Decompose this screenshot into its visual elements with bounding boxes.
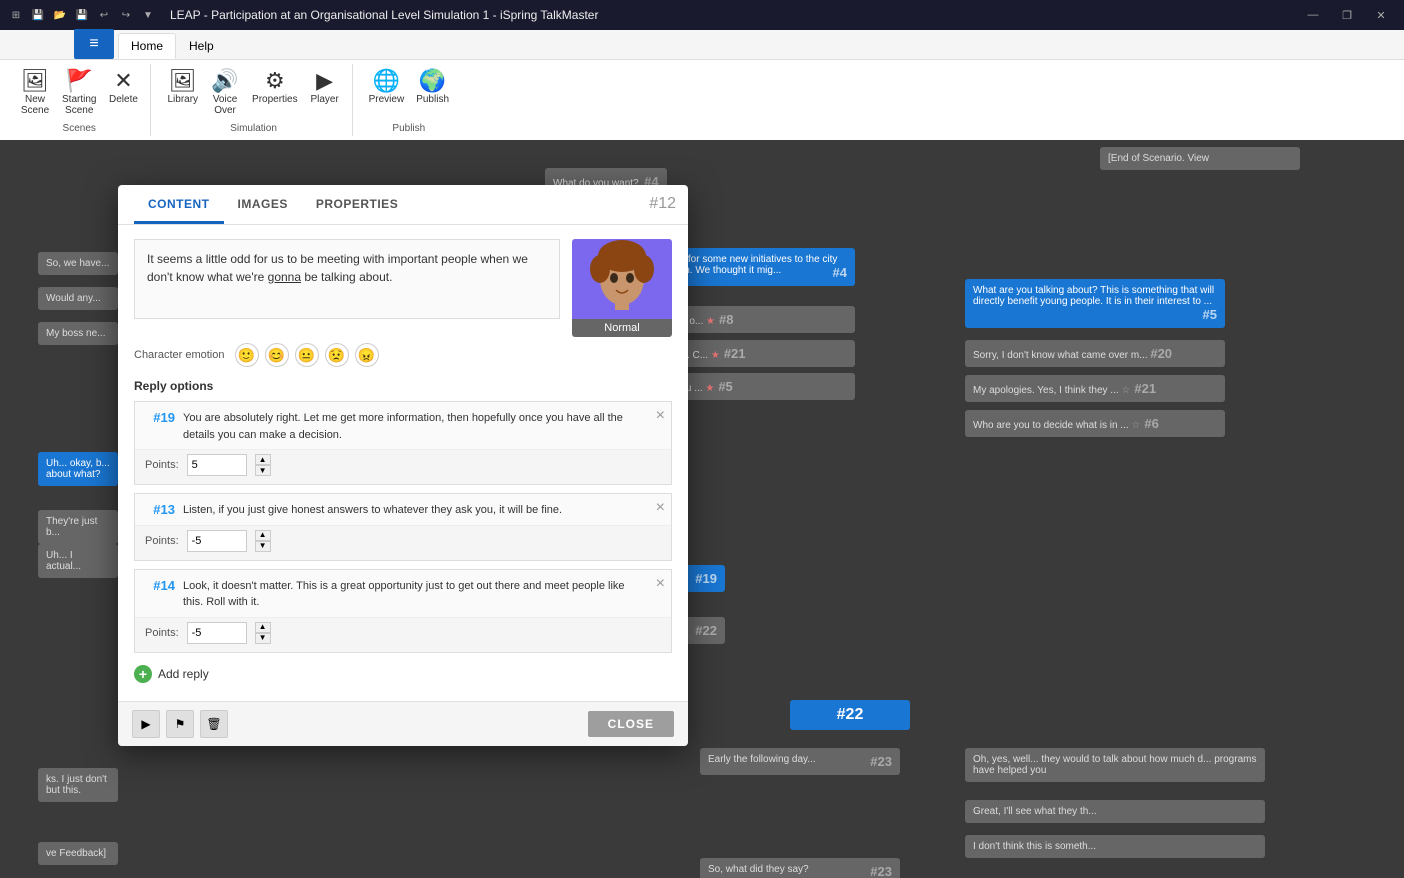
play-icon: ▶ — [141, 717, 150, 731]
character-section: It seems a little odd for us to be meeti… — [134, 239, 672, 337]
modal-footer: ▶ ⚑ 🗑 CLOSE — [118, 701, 688, 746]
points-14-down[interactable]: ▼ — [255, 633, 271, 644]
reply-13-points: Points: ▲ ▼ — [135, 525, 671, 560]
points-13-input[interactable] — [187, 530, 247, 552]
delete-footer-btn[interactable]: 🗑 — [200, 710, 228, 738]
emotion-angry[interactable]: 😠 — [355, 343, 379, 367]
reply-14-points: Points: ▲ ▼ — [135, 617, 671, 652]
close-dialog-btn[interactable]: CLOSE — [588, 711, 674, 737]
reply-19-close[interactable]: × — [656, 408, 665, 424]
emotion-icons: 🙂 😊 😐 😟 😠 — [235, 343, 379, 367]
points-14-input[interactable] — [187, 622, 247, 644]
reply-13-header: #13 Listen, if you just give honest answ… — [135, 494, 671, 525]
reply-19-points: Points: ▲ ▼ — [135, 449, 671, 484]
points-19-spinners: ▲ ▼ — [255, 454, 271, 476]
portrait-image — [572, 239, 672, 319]
reply-13-text[interactable]: Listen, if you just give honest answers … — [183, 502, 643, 519]
character-text-box[interactable]: It seems a little odd for us to be meeti… — [134, 239, 560, 319]
modal-dialog: CONTENT IMAGES PROPERTIES #12 It seems a… — [118, 185, 688, 746]
points-19-up[interactable]: ▲ — [255, 454, 271, 465]
emotion-neutral[interactable]: 🙂 — [235, 343, 259, 367]
reply-item-14: #14 Look, it doesn't matter. This is a g… — [134, 569, 672, 653]
modal-overlay: CONTENT IMAGES PROPERTIES #12 It seems a… — [0, 0, 1404, 878]
emotion-happy[interactable]: 😊 — [265, 343, 289, 367]
points-13-down[interactable]: ▼ — [255, 541, 271, 552]
points-19-input[interactable] — [187, 454, 247, 476]
points-13-label: Points: — [145, 535, 179, 547]
add-reply-btn[interactable]: + Add reply — [134, 661, 672, 687]
points-13-up[interactable]: ▲ — [255, 530, 271, 541]
emotion-sad[interactable]: 😟 — [325, 343, 349, 367]
play-btn[interactable]: ▶ — [132, 710, 160, 738]
emotion-label: Character emotion — [134, 349, 225, 361]
tab-properties[interactable]: PROPERTIES — [302, 185, 412, 224]
reply-19-text[interactable]: You are absolutely right. Let me get mor… — [183, 410, 643, 443]
flag-icon: ⚑ — [175, 717, 186, 731]
emotion-flat[interactable]: 😐 — [295, 343, 319, 367]
modal-header: CONTENT IMAGES PROPERTIES #12 — [118, 185, 688, 225]
points-13-spinners: ▲ ▼ — [255, 530, 271, 552]
add-reply-icon: + — [134, 665, 152, 683]
points-19-label: Points: — [145, 459, 179, 471]
points-14-up[interactable]: ▲ — [255, 622, 271, 633]
flag-btn[interactable]: ⚑ — [166, 710, 194, 738]
character-portrait: Normal — [572, 239, 672, 337]
tab-images[interactable]: IMAGES — [224, 185, 302, 224]
reply-item-13: #13 Listen, if you just give honest answ… — [134, 493, 672, 561]
footer-controls: ▶ ⚑ 🗑 — [132, 710, 228, 738]
modal-number: #12 — [649, 195, 676, 213]
reply-14-number: #14 — [145, 578, 175, 593]
reply-14-text[interactable]: Look, it doesn't matter. This is a great… — [183, 578, 643, 611]
reply-options-title: Reply options — [134, 379, 672, 393]
reply-14-close[interactable]: × — [656, 576, 665, 592]
points-19-down[interactable]: ▼ — [255, 465, 271, 476]
emotion-row: Character emotion 🙂 😊 😐 😟 😠 — [134, 343, 672, 367]
delete-footer-icon: 🗑 — [206, 717, 221, 731]
reply-19-header: #19 You are absolutely right. Let me get… — [135, 402, 671, 449]
reply-13-number: #13 — [145, 502, 175, 517]
reply-13-close[interactable]: × — [656, 500, 665, 516]
modal-body: It seems a little odd for us to be meeti… — [118, 225, 688, 701]
reply-19-number: #19 — [145, 410, 175, 425]
points-14-spinners: ▲ ▼ — [255, 622, 271, 644]
character-avatar-svg — [582, 239, 662, 319]
reply-item-19: #19 You are absolutely right. Let me get… — [134, 401, 672, 485]
tab-content[interactable]: CONTENT — [134, 185, 224, 224]
reply-section: Reply options #19 You are absolutely rig… — [134, 379, 672, 687]
reply-14-header: #14 Look, it doesn't matter. This is a g… — [135, 570, 671, 617]
portrait-label: Normal — [572, 319, 672, 337]
add-reply-label: Add reply — [158, 667, 209, 681]
points-14-label: Points: — [145, 627, 179, 639]
